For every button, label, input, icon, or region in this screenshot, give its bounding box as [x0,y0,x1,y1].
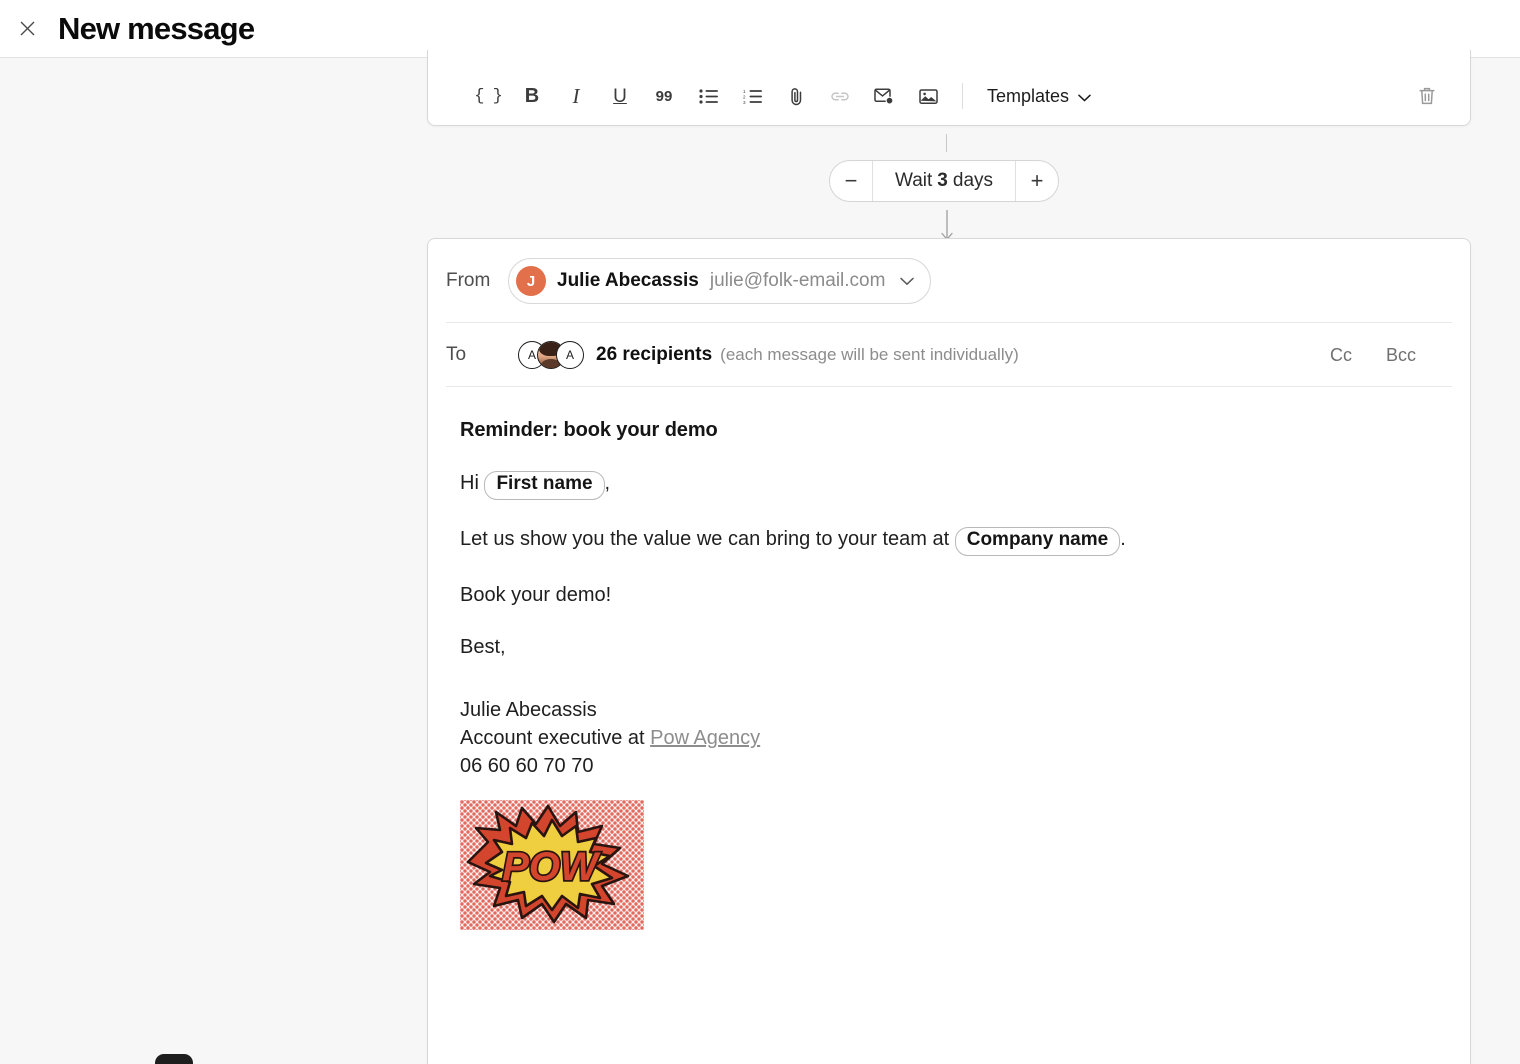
from-label: From [446,270,491,291]
avatar: A [556,341,584,369]
signature-role: Account executive at Pow Agency [460,724,1436,752]
bold-icon[interactable]: B [510,76,554,116]
from-sender-name: Julie Abecassis [557,270,699,291]
greeting-prefix: Hi [460,472,479,494]
editor-toolbar-bottom: { } B I U 99 [428,1049,1470,1064]
bold-icon[interactable]: B [510,1058,554,1064]
delete-step-button-top[interactable] [1406,76,1448,116]
floating-action-peek[interactable] [155,1054,193,1064]
body-greeting[interactable]: Hi First name, [460,470,1436,500]
to-row: To A A 26 recipients (each message will … [428,323,1470,387]
wait-increase-button[interactable]: + [1015,161,1058,201]
insert-image-icon[interactable] [906,1058,950,1064]
italic-icon[interactable]: I [554,1058,598,1064]
connector-line-top [946,134,947,152]
signature-image-pow[interactable]: POW [460,800,644,931]
from-sender-selector[interactable]: J Julie Abecassis julie@folk-email.com [508,258,932,304]
wait-step-control: − Wait 3 days + [829,160,1060,202]
cc-bcc-actions: Cc Bcc [1330,345,1452,366]
avatar: J [516,266,546,296]
bulleted-list-icon[interactable] [686,1058,730,1064]
tracking-email-icon[interactable] [862,1058,906,1064]
attachment-icon[interactable] [774,76,818,116]
pow-text: POW [502,845,601,889]
chevron-down-icon [1078,86,1091,107]
blockquote-icon[interactable]: 99 [642,76,686,116]
link-icon[interactable] [818,1058,862,1064]
to-label: To [446,344,467,365]
body-line-cta[interactable]: Book your demo! [460,582,1436,608]
blockquote-icon[interactable]: 99 [642,1058,686,1064]
bulleted-list-icon[interactable] [686,76,730,116]
wait-value: 3 [937,170,948,191]
body-closing[interactable]: Best, [460,634,1436,660]
svg-text:1: 1 [743,89,746,94]
line2-suffix: . [1120,527,1126,550]
recipient-avatars[interactable]: A A [518,341,584,369]
merge-field-first-name[interactable]: First name [484,471,605,500]
code-braces-icon[interactable]: { } [466,1058,510,1064]
recipient-count: 26 recipients [596,344,713,365]
signature-company-link[interactable]: Pow Agency [650,727,760,749]
tracking-email-icon[interactable] [862,76,906,116]
chevron-down-icon [900,277,915,286]
from-row: From J Julie Abecassis julie@folk-email.… [428,239,1470,323]
subject-line[interactable]: Reminder: book your demo [460,419,1436,442]
wait-decrease-button[interactable]: − [830,161,873,201]
signature-role-prefix: Account executive at [460,727,651,750]
delete-step-button-bottom[interactable] [1406,1058,1448,1064]
greeting-suffix: , [604,472,611,494]
editor-toolbar-top: { } B I U 99 1 2 3 Templates [428,67,1470,125]
sequence-canvas: { } B I U 99 1 2 3 Templates − Wait 3 da… [0,50,1520,1064]
merge-field-company-name[interactable]: Company name [954,526,1121,556]
numbered-list-icon[interactable]: 1 2 3 [730,1058,774,1064]
wait-prefix: Wait [895,170,933,191]
signature-phone: 06 60 60 70 70 [460,755,594,778]
underline-icon[interactable]: U [598,76,642,116]
message-body-editor[interactable]: Reminder: book your demo Hi First name, … [428,389,1470,1049]
to-row-divider [446,386,1452,387]
wait-value-label[interactable]: Wait 3 days [873,161,1015,201]
templates-label: Templates [987,85,1070,106]
signature-name: Julie Abecassis [460,699,597,722]
new-message-screen: New message { } B I U 99 1 2 3 Templates… [0,0,1520,1064]
page-title: New message [58,10,255,46]
italic-icon[interactable]: I [554,76,598,116]
numbered-list-icon[interactable]: 1 2 3 [730,76,774,116]
svg-text:2: 2 [743,94,746,99]
bcc-button[interactable]: Bcc [1386,345,1416,366]
templates-button[interactable]: Templates [979,80,1099,113]
line2-prefix: Let us show you the value we can bring t… [460,527,950,550]
recipient-note: (each message will be sent individually) [720,345,1019,364]
close-icon[interactable] [10,12,44,46]
underline-icon[interactable]: U [598,1058,642,1064]
cc-button[interactable]: Cc [1330,345,1352,366]
message-composer-card: From J Julie Abecassis julie@folk-email.… [427,238,1471,1064]
signature-block[interactable]: Julie Abecassis Account executive at Pow… [460,696,1436,780]
wait-unit: days [952,170,994,191]
body-line-value[interactable]: Let us show you the value we can bring t… [460,526,1436,556]
previous-message-card: { } B I U 99 1 2 3 Templates [427,50,1471,126]
link-icon[interactable] [818,76,862,116]
insert-image-icon[interactable] [906,76,950,116]
from-sender-email: julie@folk-email.com [709,270,886,291]
attachment-icon[interactable] [774,1058,818,1064]
code-braces-icon[interactable]: { } [466,76,510,116]
svg-text:3: 3 [743,100,746,104]
toolbar-divider [962,83,963,109]
